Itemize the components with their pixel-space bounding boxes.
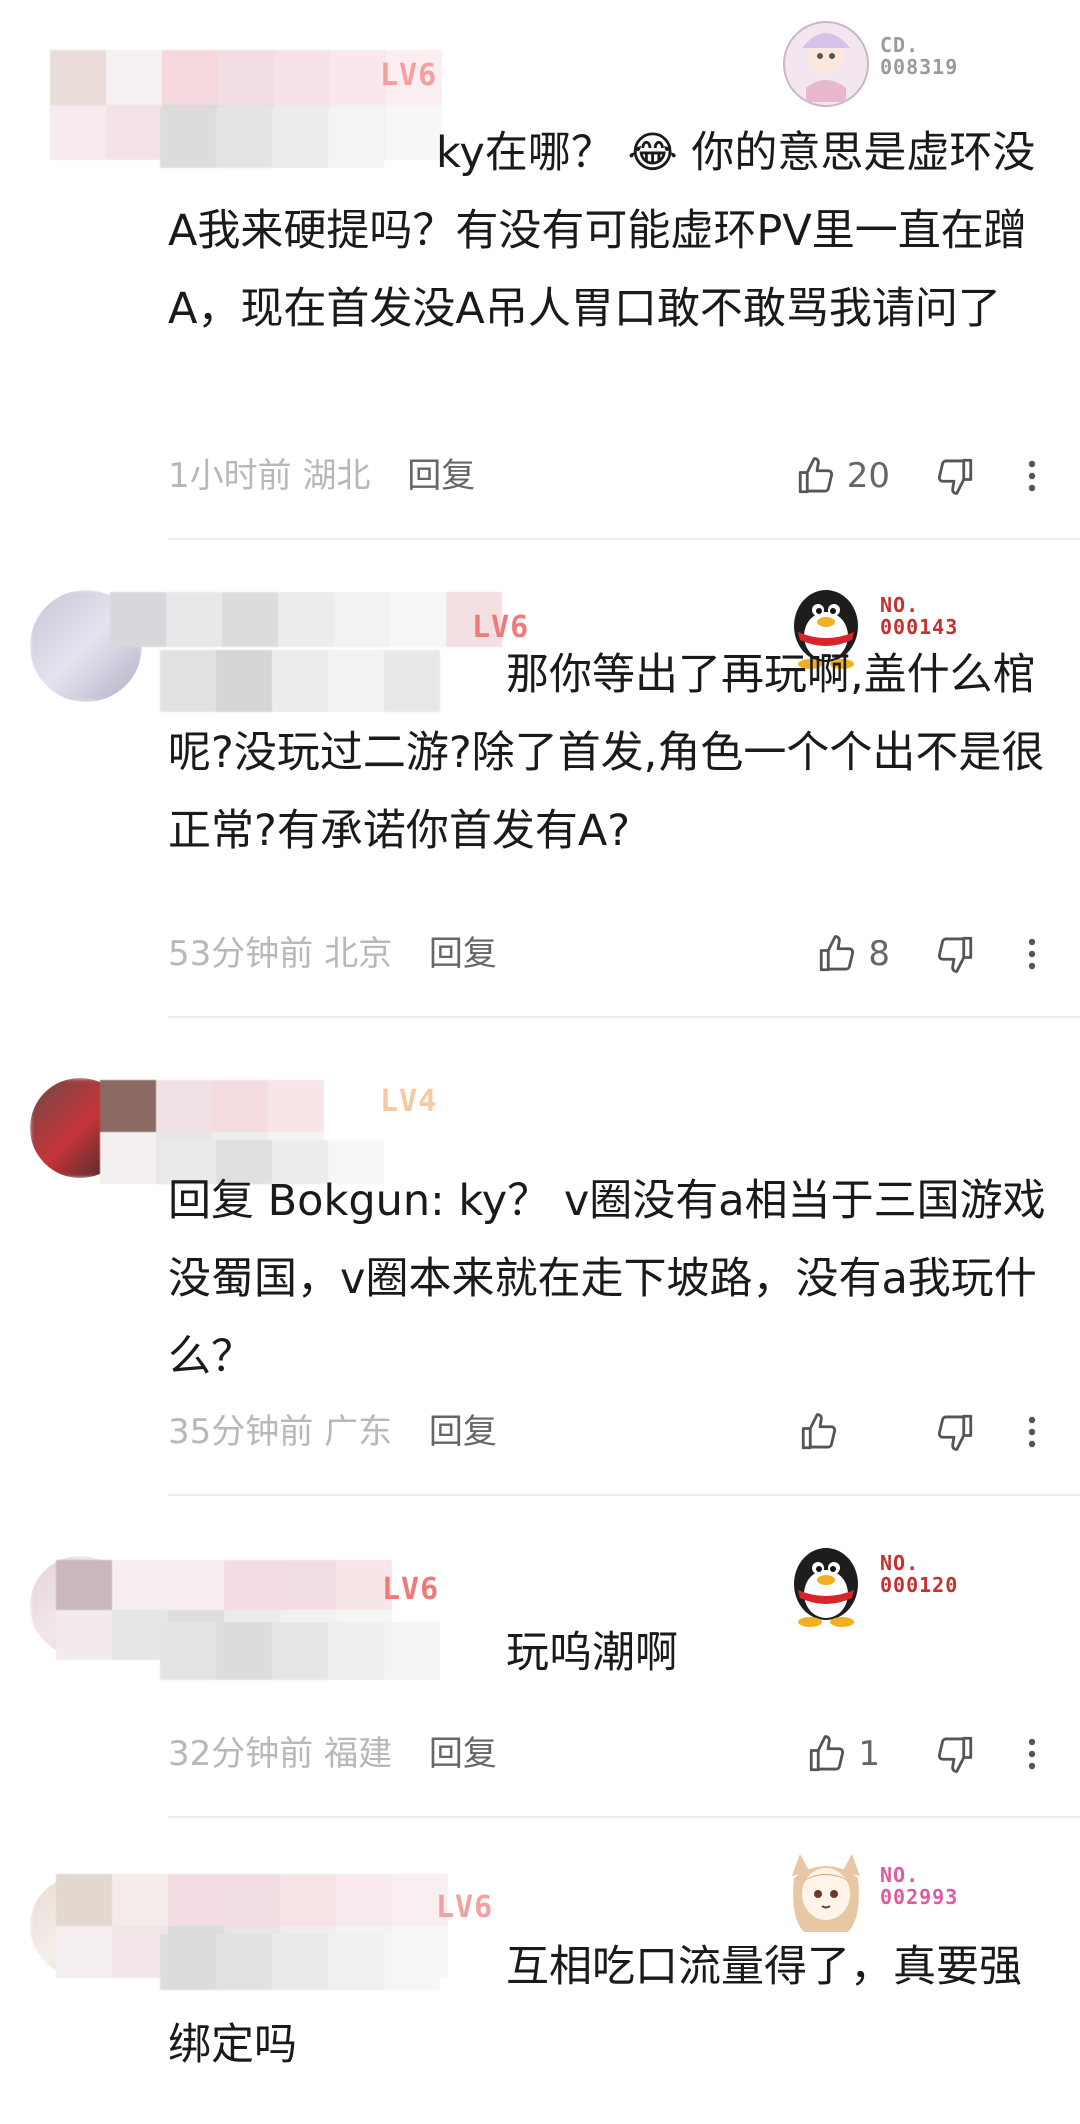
dislike-button[interactable] xyxy=(934,1402,976,1462)
comment-text: 回复 Bokgun: ky？ v圈没有a相当于三国游戏没蜀国，v圈本来就在走下坡… xyxy=(168,1176,1046,1382)
more-vertical-icon xyxy=(1028,1416,1036,1448)
fan-card-number: NO. 000143 xyxy=(880,593,959,639)
thumbs-down-icon xyxy=(937,458,973,495)
comment-meta: 35分钟前 广东 回复 xyxy=(168,1402,497,1462)
thumbs-up-icon xyxy=(810,1735,845,1772)
fan-card-mascot-icon xyxy=(792,1854,860,1932)
fan-card-number: NO. 002993 xyxy=(880,1863,959,1909)
dislike-button[interactable] xyxy=(934,924,976,984)
fan-card-number: NO. 000120 xyxy=(880,1551,959,1597)
more-options-button[interactable] xyxy=(1022,1402,1042,1462)
like-count: 8 xyxy=(868,934,890,974)
more-options-button[interactable] xyxy=(1022,446,1042,506)
comment-meta: 53分钟前 北京 回复 xyxy=(168,924,497,984)
comment-time: 32分钟前 xyxy=(168,1734,314,1774)
like-button[interactable]: 20 xyxy=(795,446,890,506)
comment-time: 1小时前 xyxy=(168,456,292,496)
like-button[interactable] xyxy=(798,1402,850,1462)
level-badge: LV6 xyxy=(382,1572,440,1607)
thumbs-up-icon xyxy=(798,457,833,494)
fan-card[interactable]: CD. 008319 xyxy=(780,18,990,118)
comment-location: 湖北 xyxy=(302,456,371,496)
comment-text: 那你等出了再玩啊,盖什么棺呢?没玩过二游?除了首发,角色一个个出不是很正常?有承… xyxy=(168,650,1045,856)
comment-meta: 1小时前 湖北 回复 xyxy=(168,446,475,506)
dislike-button[interactable] xyxy=(934,446,976,506)
more-options-button[interactable] xyxy=(1022,1724,1042,1784)
comment-item: LV4 回复 Bokgun: ky？ v圈没有a相当于三国游戏没蜀国，v圈本来就… xyxy=(0,1018,1080,1496)
thumbs-up-icon xyxy=(801,1413,837,1450)
thumbs-down-icon xyxy=(937,936,973,973)
comment-time: 35分钟前 xyxy=(168,1412,314,1452)
comment-location: 广东 xyxy=(324,1412,393,1452)
level-badge: LV6 xyxy=(436,1890,494,1925)
comment-text: 玩呜潮啊 xyxy=(506,1628,678,1678)
reply-button[interactable]: 回复 xyxy=(407,456,475,496)
like-count: 1 xyxy=(858,1734,880,1774)
reply-button[interactable]: 回复 xyxy=(429,934,497,974)
comment-location: 福建 xyxy=(324,1734,393,1774)
like-button[interactable]: 1 xyxy=(806,1724,880,1784)
more-options-button[interactable] xyxy=(1022,924,1042,984)
fan-card-mascot-icon xyxy=(783,21,869,107)
thumbs-down-icon xyxy=(937,1414,973,1451)
more-vertical-icon xyxy=(1028,1738,1036,1770)
fan-card-number: CD. 008319 xyxy=(880,33,959,79)
comment-item: LV6 CD. 008319 ky在哪？ 😂 你的意思是虚环没A我来硬提吗？有没… xyxy=(0,0,1080,540)
comment-meta: 32分钟前 福建 回复 xyxy=(168,1724,497,1784)
more-vertical-icon xyxy=(1028,938,1036,970)
thumbs-up-icon xyxy=(820,935,855,972)
comment-text: 互相吃口流量得了，真要强绑定吗 xyxy=(168,1942,1022,2070)
comment-time: 53分钟前 xyxy=(168,934,314,974)
level-badge: LV6 xyxy=(380,58,438,93)
more-vertical-icon xyxy=(1028,460,1036,492)
dislike-button[interactable] xyxy=(934,1724,976,1784)
comment-item: LV6 NO. 000143 那你等出了再玩啊,盖什么棺呢?没玩过二游?除了首发… xyxy=(0,540,1080,1018)
comment-item: LV6 NO. 002993 互相吃口流量得了，真要强绑定吗 xyxy=(0,1818,1080,2124)
reply-button[interactable]: 回复 xyxy=(429,1734,497,1774)
thumbs-down-icon xyxy=(937,1736,973,1773)
comment-location: 北京 xyxy=(324,934,393,974)
like-count: 20 xyxy=(846,456,890,496)
reply-button[interactable]: 回复 xyxy=(429,1412,497,1452)
like-button[interactable]: 8 xyxy=(816,924,890,984)
comment-text: ky在哪？ 😂 你的意思是虚环没A我来硬提吗？有没有可能虚环PV里一直在蹭A，现… xyxy=(168,128,1036,334)
comment-item: LV6 NO. 000120 玩呜潮啊 32分钟前 福建 回复 1 xyxy=(0,1496,1080,1818)
level-badge: LV4 xyxy=(380,1084,438,1119)
